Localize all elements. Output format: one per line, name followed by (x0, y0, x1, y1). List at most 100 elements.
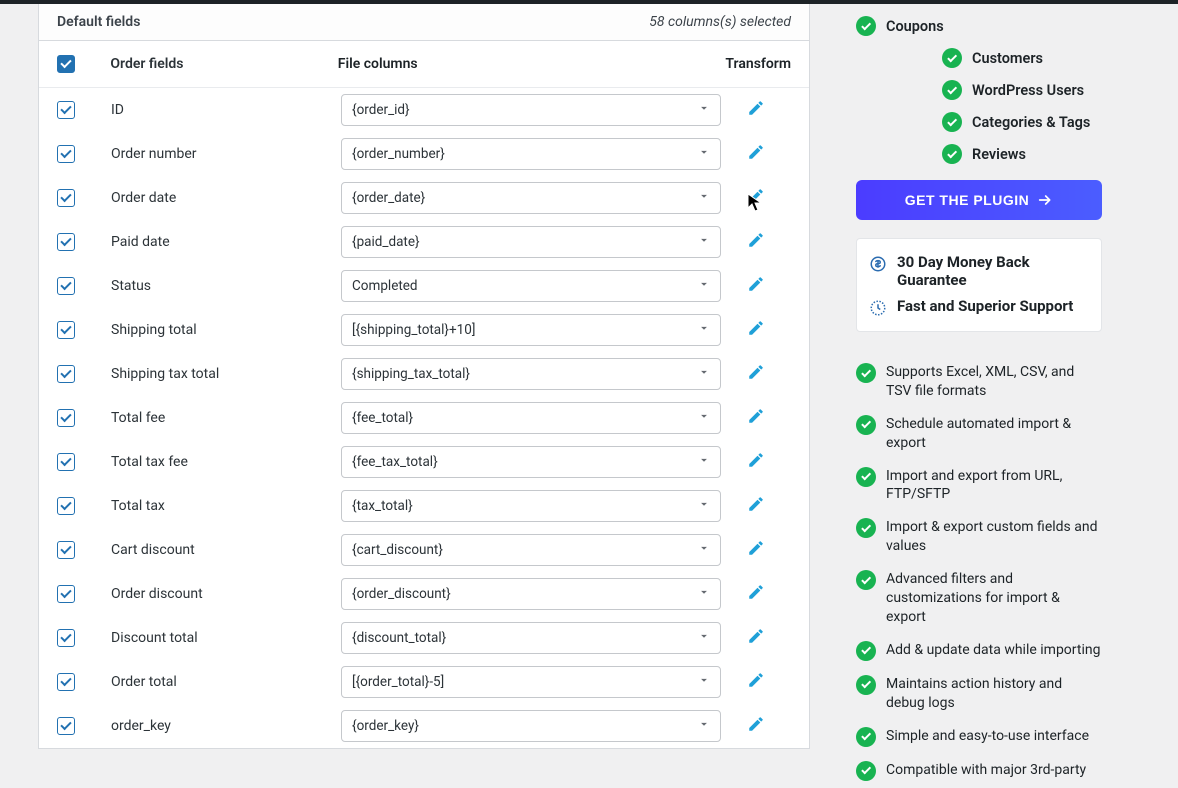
pencil-icon[interactable] (747, 715, 765, 733)
field-name: Total fee (111, 410, 341, 426)
pencil-icon[interactable] (747, 319, 765, 337)
field-name: Discount total (111, 630, 341, 646)
row-checkbox[interactable] (57, 541, 75, 559)
feature-item: Advanced filters and customizations for … (856, 563, 1102, 634)
file-column-select[interactable]: [{shipping_total}+10] (341, 314, 721, 346)
check-circle-icon (856, 415, 876, 435)
check-circle-icon (942, 80, 962, 100)
file-column-select[interactable]: {discount_total} (341, 622, 721, 654)
row-checkbox[interactable] (57, 321, 75, 339)
sidebar-item-label: Categories & Tags (972, 114, 1090, 131)
row-checkbox[interactable] (57, 277, 75, 295)
check-circle-icon (856, 641, 876, 661)
sidebar-item: Coupons (856, 10, 1102, 42)
row-checkbox[interactable] (57, 233, 75, 251)
file-column-select[interactable]: {shipping_tax_total} (341, 358, 721, 390)
field-name: Shipping total (111, 322, 341, 338)
row-checkbox[interactable] (57, 453, 75, 471)
feature-label: Import & export custom fields and values (886, 518, 1102, 556)
pencil-icon[interactable] (747, 407, 765, 425)
pencil-icon[interactable] (747, 363, 765, 381)
pencil-icon[interactable] (747, 187, 765, 205)
feature-item: Add & update data while importing (856, 634, 1102, 668)
file-column-select[interactable]: {order_date} (341, 182, 721, 214)
feature-label: Compatible with major 3rd-party (886, 761, 1086, 780)
support-text: Fast and Superior Support (897, 297, 1073, 315)
feature-item: Maintains action history and debug logs (856, 668, 1102, 720)
feature-item: Compatible with major 3rd-party (856, 754, 1102, 788)
pencil-icon[interactable] (747, 583, 765, 601)
table-row: Total tax fee{fee_tax_total} (39, 440, 809, 484)
table-row: Order discount{order_discount} (39, 572, 809, 616)
file-column-select[interactable]: {order_discount} (341, 578, 721, 610)
check-circle-icon (856, 675, 876, 695)
row-checkbox[interactable] (57, 629, 75, 647)
field-name: Shipping tax total (111, 366, 341, 382)
row-checkbox[interactable] (57, 717, 75, 735)
check-circle-icon (856, 518, 876, 538)
feature-label: Import and export from URL, FTP/SFTP (886, 467, 1102, 505)
pencil-icon[interactable] (747, 275, 765, 293)
feature-item: Import & export custom fields and values (856, 511, 1102, 563)
table-row: Discount total{discount_total} (39, 616, 809, 660)
file-column-select[interactable]: {order_id} (341, 94, 721, 126)
row-checkbox[interactable] (57, 585, 75, 603)
feature-label: Add & update data while importing (886, 641, 1100, 660)
select-all-checkbox[interactable] (57, 55, 75, 73)
field-name: Cart discount (111, 542, 341, 558)
field-name: Order number (111, 146, 341, 162)
sidebar-item: WordPress Users (856, 74, 1102, 106)
file-column-select[interactable]: {fee_tax_total} (341, 446, 721, 478)
sidebar-item: Categories & Tags (856, 106, 1102, 138)
file-column-select[interactable]: {fee_total} (341, 402, 721, 434)
field-name: Order discount (111, 586, 341, 602)
check-circle-icon (856, 467, 876, 487)
row-checkbox[interactable] (57, 365, 75, 383)
arrow-right-icon (1037, 192, 1053, 208)
panel-title: Default fields (57, 14, 140, 30)
field-name: Total tax fee (111, 454, 341, 470)
pencil-icon[interactable] (747, 627, 765, 645)
feature-item: Simple and easy-to-use interface (856, 720, 1102, 754)
sidebar-item: Customers (856, 42, 1102, 74)
table-row: Cart discount{cart_discount} (39, 528, 809, 572)
file-column-select[interactable]: Completed (341, 270, 721, 302)
sidebar-item-label: Reviews (972, 146, 1026, 163)
file-column-select[interactable]: {paid_date} (341, 226, 721, 258)
row-checkbox[interactable] (57, 189, 75, 207)
pencil-icon[interactable] (747, 539, 765, 557)
get-plugin-button[interactable]: GET THE PLUGIN (856, 180, 1102, 220)
file-column-select[interactable]: {tax_total} (341, 490, 721, 522)
file-column-select[interactable]: {order_number} (341, 138, 721, 170)
pencil-icon[interactable] (747, 451, 765, 469)
sidebar-item-label: WordPress Users (972, 82, 1084, 99)
table-row: Order date{order_date} (39, 176, 809, 220)
feature-label: Schedule automated import & export (886, 415, 1102, 453)
field-name: Status (111, 278, 341, 294)
pencil-icon[interactable] (747, 99, 765, 117)
row-checkbox[interactable] (57, 101, 75, 119)
row-checkbox[interactable] (57, 673, 75, 691)
default-fields-panel: Default fields 58 columns(s) selected Or… (38, 4, 810, 749)
check-circle-icon (856, 727, 876, 747)
pencil-icon[interactable] (747, 495, 765, 513)
field-name: Paid date (111, 234, 341, 250)
check-circle-icon (942, 48, 962, 68)
check-circle-icon (856, 570, 876, 590)
row-checkbox[interactable] (57, 497, 75, 515)
cta-label: GET THE PLUGIN (905, 192, 1029, 208)
field-name: order_key (111, 718, 341, 734)
sidebar-item: Reviews (856, 138, 1102, 170)
file-column-select[interactable]: [{order_total}-5] (341, 666, 721, 698)
pencil-icon[interactable] (747, 231, 765, 249)
table-row: Order number{order_number} (39, 132, 809, 176)
pencil-icon[interactable] (747, 143, 765, 161)
file-column-select[interactable]: {cart_discount} (341, 534, 721, 566)
check-circle-icon (856, 16, 876, 36)
field-name: ID (111, 102, 341, 118)
guarantee-text: 30 Day Money Back Guarantee (897, 253, 1089, 289)
pencil-icon[interactable] (747, 671, 765, 689)
row-checkbox[interactable] (57, 409, 75, 427)
row-checkbox[interactable] (57, 145, 75, 163)
file-column-select[interactable]: {order_key} (341, 710, 721, 742)
